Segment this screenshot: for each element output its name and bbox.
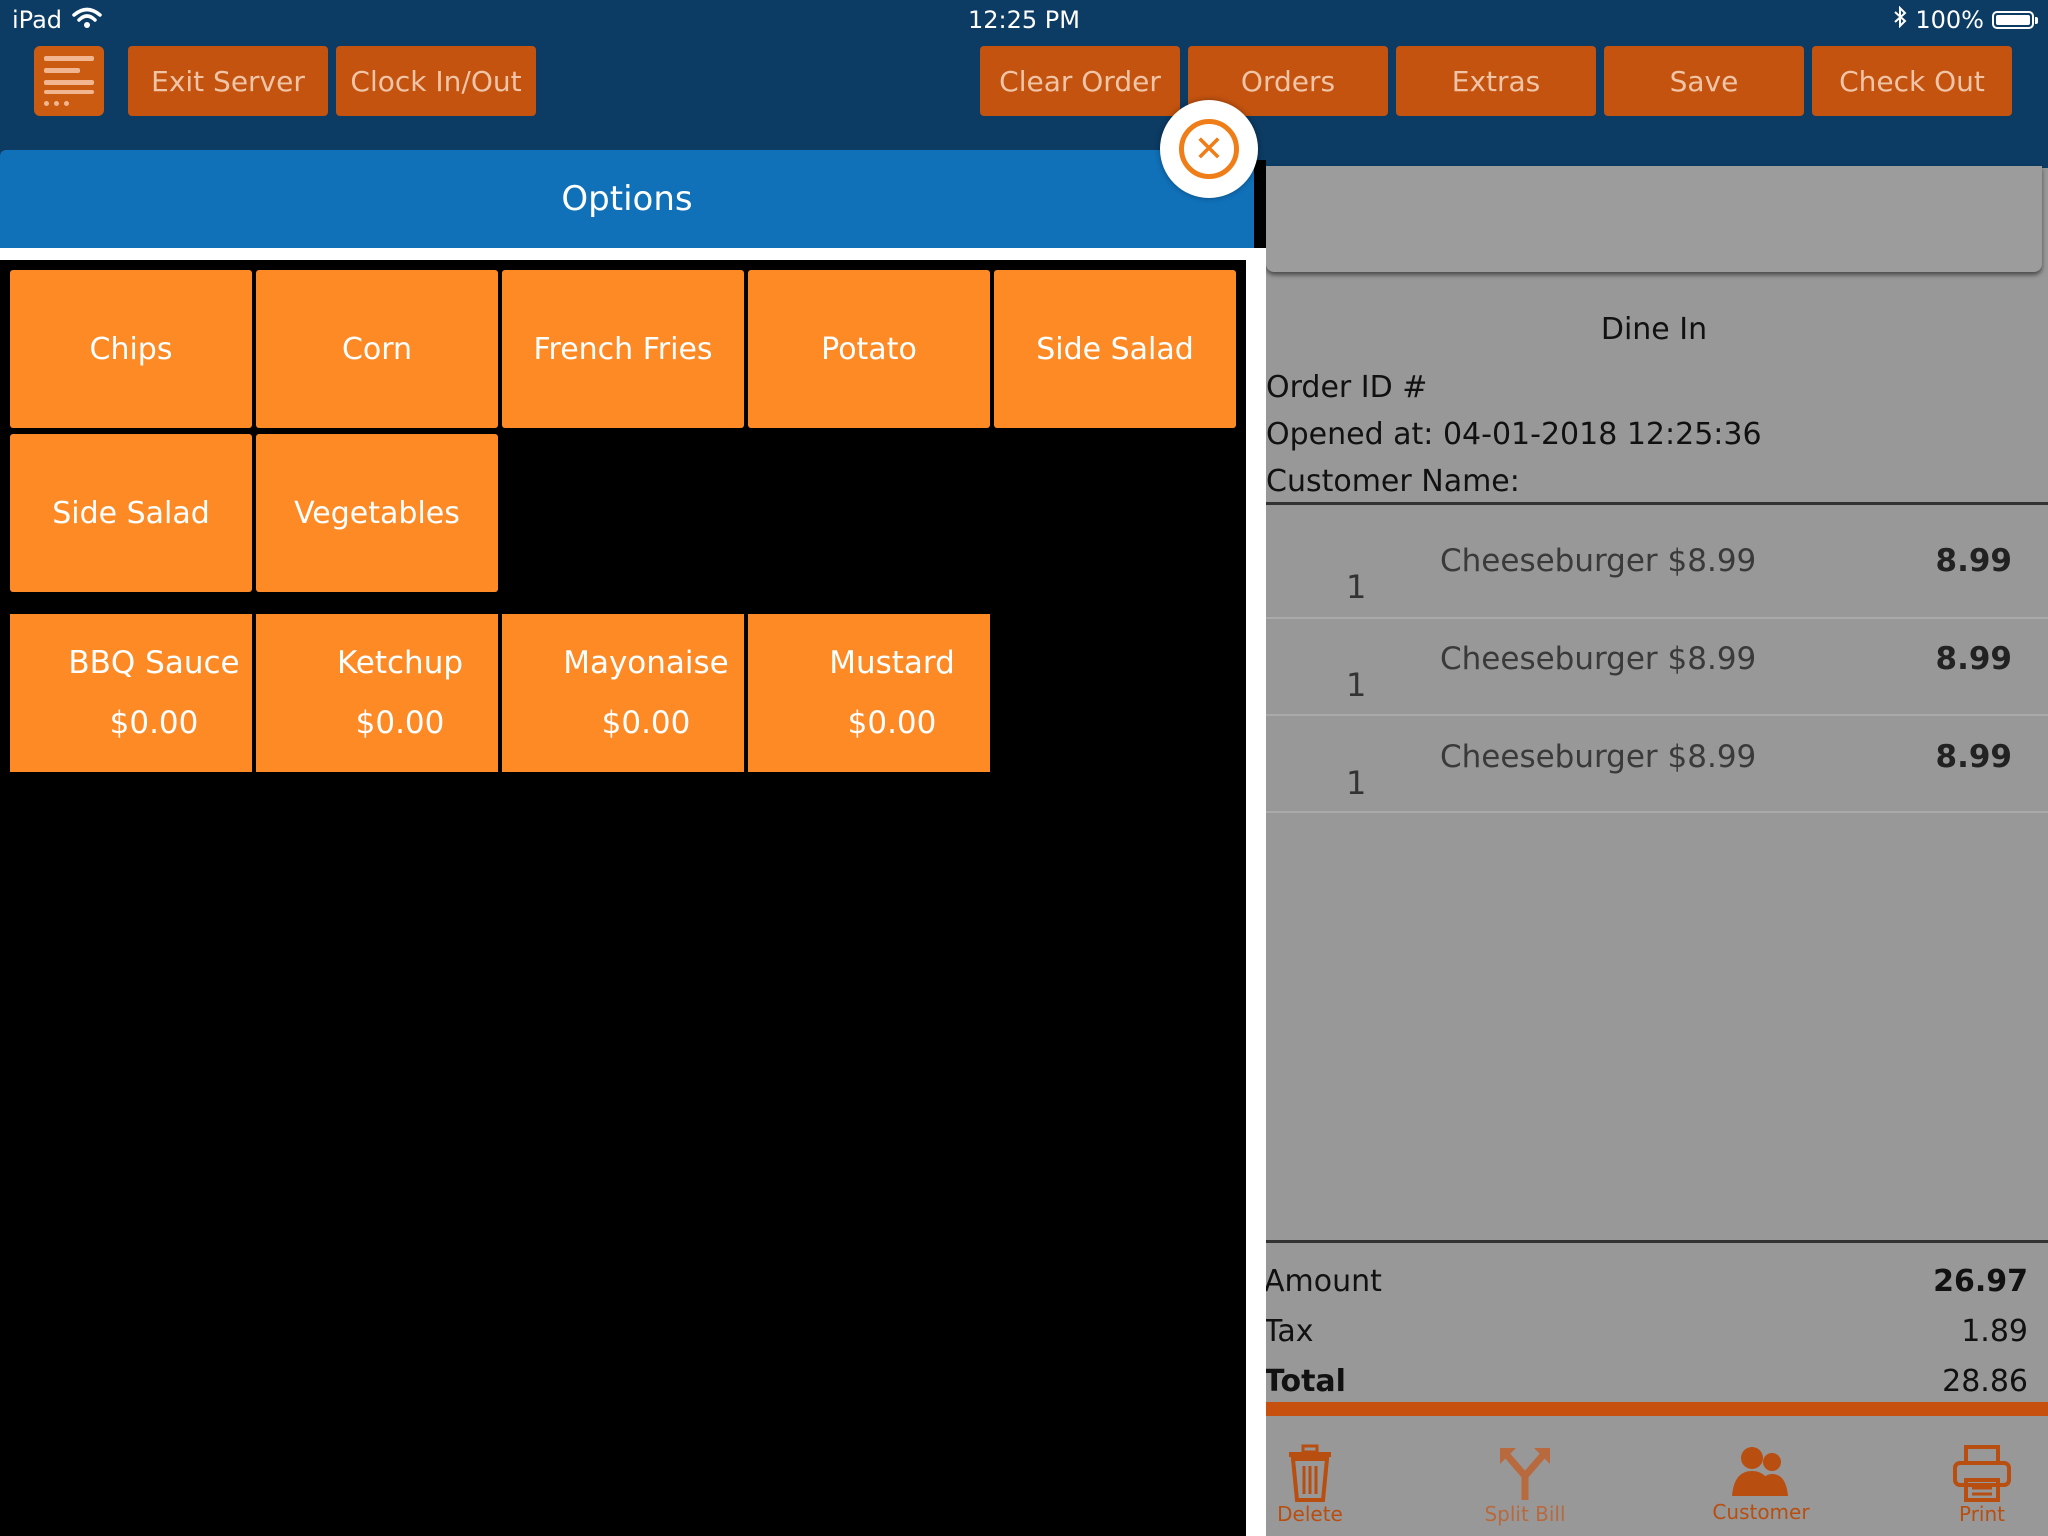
option-price: $0.00 bbox=[355, 705, 445, 741]
opened-at: Opened at: 04-01-2018 12:25:36 bbox=[1266, 417, 1762, 452]
option-name: Mayonaise bbox=[563, 645, 729, 681]
option-name: BBQ Sauce bbox=[68, 645, 240, 681]
amount-label: Amount bbox=[1264, 1264, 1382, 1299]
trash-icon bbox=[1270, 1444, 1350, 1502]
divider bbox=[1266, 714, 2048, 716]
status-bar: iPad 12:25 PM 100% bbox=[0, 0, 2048, 40]
option-price: $0.00 bbox=[109, 705, 199, 741]
total-value: 28.86 bbox=[1942, 1364, 2028, 1399]
divider bbox=[1266, 617, 2048, 619]
divider bbox=[1266, 1240, 2048, 1243]
item-name: Cheeseburger $8.99 bbox=[1440, 543, 1757, 579]
option-mayonaise[interactable]: Mayonaise $0.00 bbox=[502, 614, 744, 772]
exit-server-button[interactable]: Exit Server bbox=[128, 46, 328, 116]
print-label: Print bbox=[1958, 1502, 2005, 1526]
delete-button[interactable]: Delete bbox=[1270, 1444, 1350, 1526]
divider bbox=[1266, 811, 2048, 813]
option-price: $0.00 bbox=[847, 705, 937, 741]
battery-percent: 100% bbox=[1915, 6, 1984, 34]
item-qty: 1 bbox=[1346, 666, 1367, 704]
option-mustard[interactable]: Mustard $0.00 bbox=[748, 614, 990, 772]
option-side-salad[interactable]: Side Salad bbox=[994, 270, 1236, 428]
option-price: $0.00 bbox=[601, 705, 691, 741]
tax-value: 1.89 bbox=[1961, 1314, 2028, 1349]
option-ketchup[interactable]: Ketchup $0.00 bbox=[256, 614, 498, 772]
option-side-salad[interactable]: Side Salad bbox=[10, 434, 252, 592]
clock-in-out-button[interactable]: Clock In/Out bbox=[336, 46, 536, 116]
split-icon bbox=[1470, 1444, 1580, 1502]
order-id: Order ID # bbox=[1266, 370, 1428, 405]
options-title: Options bbox=[0, 150, 1254, 248]
clear-order-button[interactable]: Clear Order bbox=[980, 46, 1180, 116]
item-name: Cheeseburger $8.99 bbox=[1440, 641, 1757, 677]
total-label: Total bbox=[1264, 1364, 1346, 1399]
delete-label: Delete bbox=[1277, 1502, 1343, 1526]
option-potato[interactable]: Potato bbox=[748, 270, 990, 428]
customer-name-box[interactable] bbox=[1266, 166, 2042, 272]
printer-icon bbox=[1942, 1444, 2022, 1502]
close-button[interactable]: ✕ bbox=[1160, 100, 1258, 198]
customer-label: Customer bbox=[1712, 1500, 1810, 1524]
option-vegetables[interactable]: Vegetables bbox=[256, 434, 498, 592]
item-price: 8.99 bbox=[1935, 543, 2013, 579]
customer-icon bbox=[1706, 1444, 1816, 1500]
option-corn[interactable]: Corn bbox=[256, 270, 498, 428]
divider bbox=[1266, 502, 2048, 505]
option-bbq-sauce[interactable]: BBQ Sauce $0.00 bbox=[10, 614, 252, 772]
battery-level bbox=[1996, 15, 2030, 25]
item-qty: 1 bbox=[1346, 568, 1367, 606]
battery-icon bbox=[1992, 11, 2038, 29]
options-panel-edge bbox=[1246, 248, 1266, 1536]
menu-button[interactable] bbox=[34, 46, 104, 116]
bluetooth-icon bbox=[1893, 5, 1907, 34]
extras-button[interactable]: Extras bbox=[1396, 46, 1596, 116]
option-name: Mustard bbox=[829, 645, 955, 681]
options-divider bbox=[0, 248, 1262, 260]
order-type: Dine In bbox=[1600, 312, 1708, 347]
split-bill-button[interactable]: Split Bill bbox=[1470, 1444, 1580, 1526]
amount-value: 26.97 bbox=[1933, 1264, 2028, 1299]
status-time: 12:25 PM bbox=[968, 6, 1080, 34]
summary-strip bbox=[1266, 1402, 2048, 1416]
item-name: Cheeseburger $8.99 bbox=[1440, 739, 1757, 775]
customer-button[interactable]: Customer bbox=[1706, 1444, 1816, 1524]
option-name: Ketchup bbox=[336, 645, 464, 681]
print-button[interactable]: Print bbox=[1942, 1444, 2022, 1526]
save-button[interactable]: Save bbox=[1604, 46, 1804, 116]
check-out-button[interactable]: Check Out bbox=[1812, 46, 2012, 116]
item-qty: 1 bbox=[1346, 764, 1367, 802]
split-bill-label: Split Bill bbox=[1484, 1502, 1566, 1526]
item-price: 8.99 bbox=[1935, 641, 2013, 677]
option-chips[interactable]: Chips bbox=[10, 270, 252, 428]
status-right: 100% bbox=[1893, 5, 2038, 34]
option-french-fries[interactable]: French Fries bbox=[502, 270, 744, 428]
close-icon: ✕ bbox=[1179, 119, 1239, 179]
customer-name: Customer Name: bbox=[1266, 464, 1520, 499]
item-price: 8.99 bbox=[1935, 739, 2013, 775]
tax-label: Tax bbox=[1264, 1314, 1314, 1349]
order-panel bbox=[1266, 160, 2048, 1536]
